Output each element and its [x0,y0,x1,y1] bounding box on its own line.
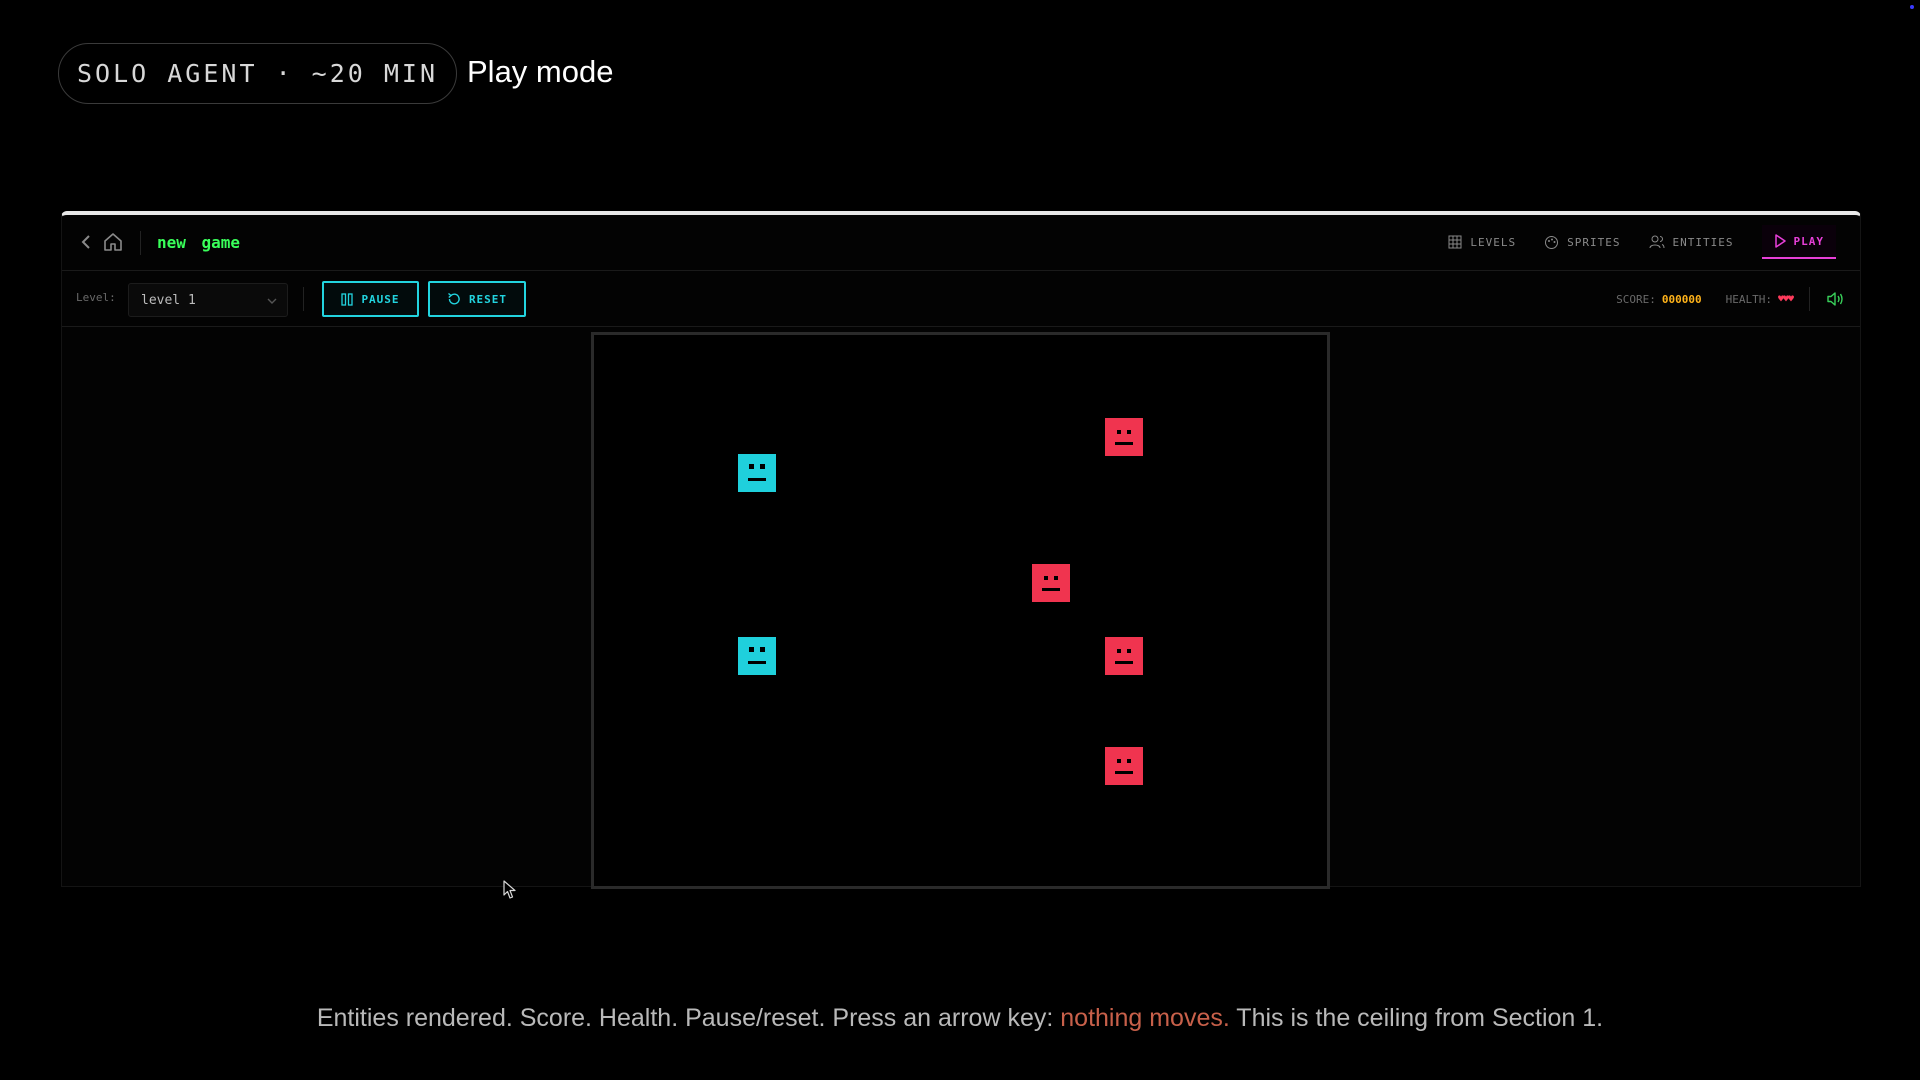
score-label: SCORE: [1616,292,1656,306]
mode-pill-label: SOLO AGENT · ~20 MIN [77,59,439,88]
caption-text: Entities rendered. Score. Health. Pause/… [316,1004,1061,1032]
game-status: SCORE: 000000 HEALTH: ♥♥♥ [1616,285,1844,313]
users-icon [1649,235,1665,249]
health-value: ♥♥♥ [1777,293,1794,305]
palette-icon [1545,235,1559,249]
divider [1809,287,1810,311]
tab-levels-label: LEVELS [1470,235,1517,249]
caption-highlight: nothing moves. [1060,1004,1230,1032]
divider [140,231,141,255]
player-entity [738,637,776,675]
pause-button-label: PAUSE [361,292,400,306]
player-entity [738,454,776,492]
tab-levels[interactable]: LEVELS [1448,225,1516,259]
page-title: Play mode [467,54,614,89]
tab-sprites[interactable]: SPRITES [1544,225,1620,259]
enemy-entity [1032,564,1070,602]
top-bar: new game LEVELS SPRITES ENTITIES PLAY [62,215,1860,271]
play-icon [1774,234,1786,248]
app-window: new game LEVELS SPRITES ENTITIES PLAY Le… [61,211,1861,889]
corner-indicator [1910,5,1914,9]
health-label: HEALTH: [1725,292,1772,306]
chevron-down-icon [267,298,277,304]
pause-button[interactable]: PAUSE [322,281,419,317]
main-nav: LEVELS SPRITES ENTITIES PLAY [1448,225,1836,259]
caption: Entities rendered. Score. Health. Pause/… [0,1001,1920,1035]
mouse-cursor-icon [503,880,516,899]
game-canvas[interactable] [591,332,1330,889]
grid-icon [1448,235,1462,249]
tab-entities-label: ENTITIES [1672,235,1734,249]
tab-play-label: PLAY [1793,234,1824,248]
level-select-value: level 1 [141,292,196,308]
play-area [62,327,1860,889]
divider [303,287,304,311]
enemy-entity [1105,418,1143,456]
tab-play[interactable]: PLAY [1761,225,1836,259]
tab-sprites-label: SPRITES [1567,235,1621,249]
caption-text-end: This is the ceiling from Section 1. [1229,1004,1604,1032]
speaker-icon[interactable] [1826,291,1844,307]
back-icon[interactable] [78,233,94,251]
project-name: new game [157,233,241,252]
reset-button-label: RESET [468,292,508,306]
pause-icon [341,292,354,306]
mode-pill: SOLO AGENT · ~20 MIN [58,43,458,104]
rotate-icon [448,292,460,305]
play-toolbar: Level: level 1 PAUSE RESET SCORE: 000000… [62,271,1860,327]
reset-button[interactable]: RESET [428,281,526,317]
tab-entities[interactable]: ENTITIES [1649,225,1734,259]
enemy-entity [1105,747,1143,785]
score-value: 000000 [1661,292,1702,306]
level-label: Level: [76,291,116,304]
home-icon[interactable] [103,232,123,252]
level-select[interactable]: level 1 [128,283,288,317]
enemy-entity [1105,637,1143,675]
